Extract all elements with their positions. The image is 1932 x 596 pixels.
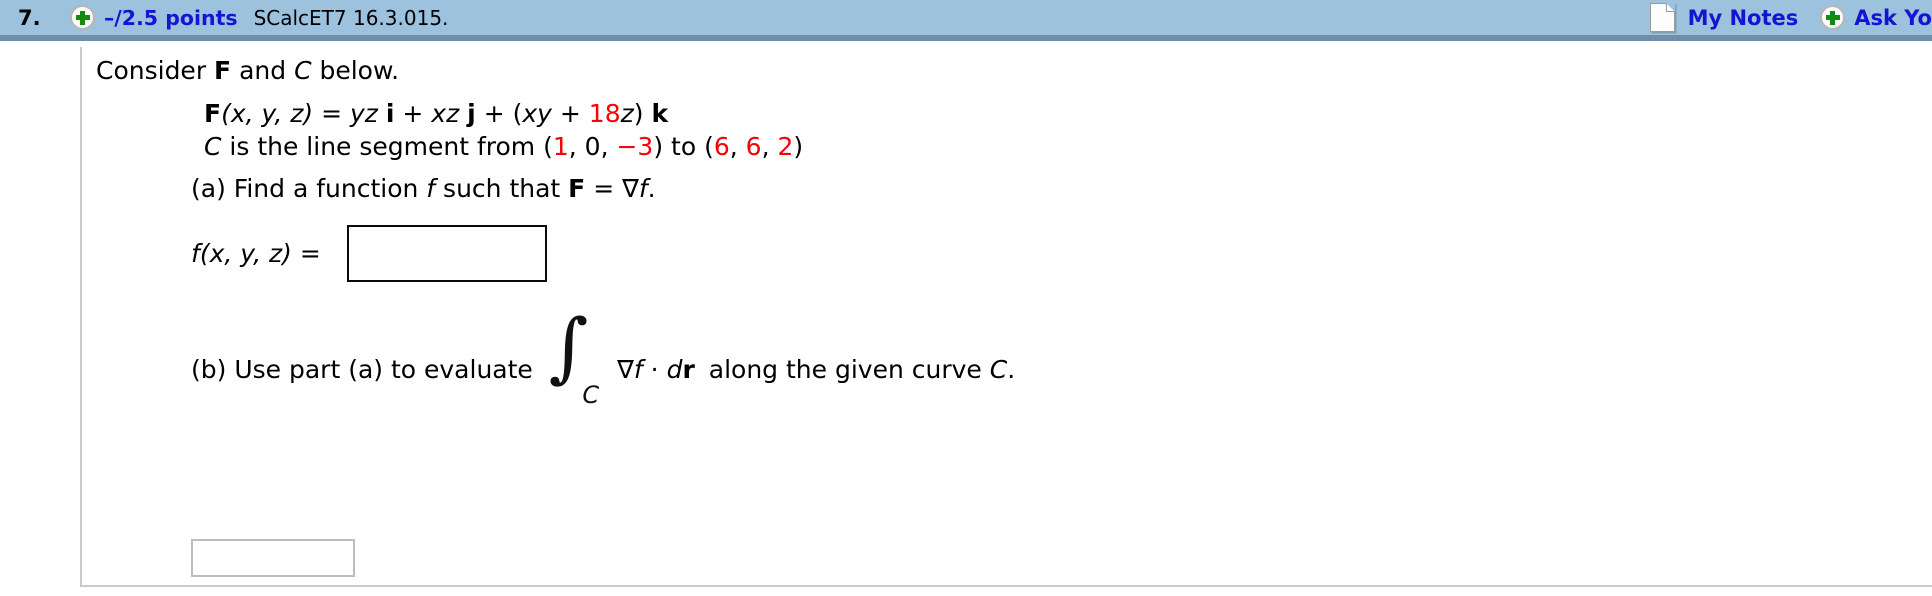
field-close: ) [633,99,652,128]
field-args: (x, y, z) [221,99,314,128]
field-equals: = [313,99,350,128]
problem-id-label: SCalcET7 16.3.015. [253,5,449,30]
field-plus2: + ( [475,99,523,128]
curve-comma4: , [761,132,778,161]
part-a-prompt: (a) Find a function f such that F = ∇f. [191,174,656,203]
part-a-label: (a) Find a function [191,174,427,203]
integral-sign-icon: ∫ [548,302,589,391]
plus-circle-icon[interactable] [70,5,95,30]
differential-r: r [682,354,695,384]
part-a-func: f [426,174,436,203]
field-j-hat: j [467,99,476,128]
curve-end-z: 2 [777,132,794,161]
question-number: 7. [18,5,41,30]
curve-comma3: , [729,132,746,161]
field-term1: yz [350,99,378,128]
part-b-answer-input[interactable] [191,539,355,577]
part-a-answer-row: f(x, y, z) = [191,225,547,282]
part-a-func2: f [638,174,648,203]
field-coefficient: 18 [588,99,621,128]
field-k-hat: k [651,99,669,128]
integrand-f: f [633,354,643,384]
part-a-answer-args: (x, y, z) = [199,239,321,268]
question-content: Consider F and C below. F(x, y, z) = yz … [96,47,1932,585]
part-a-label2: such that [435,174,569,203]
part-a-answer-label: f(x, y, z) = [191,239,321,268]
field-var-z: z [620,99,634,128]
curve-start-y: 0 [584,132,601,161]
part-a-F: F [568,174,586,203]
curve-end-y: 6 [745,132,762,161]
field-term3: xy [522,99,552,128]
curve-text-before: is the line segment from ( [221,132,553,161]
plus-circle-icon[interactable] [1820,5,1846,30]
field-plus3: + [551,99,589,128]
curve-end-x: 6 [713,132,730,161]
part-a-equals: = [585,174,623,203]
part-b-tail: along the given curve C. [709,355,1015,384]
points-label: –/2.5 points [104,5,238,30]
curve-start-x: 1 [552,132,569,161]
part-b-curve: C [989,354,1008,384]
curve-comma1: , [568,132,585,161]
curve-text-middle: ) to ( [653,132,714,161]
ask-your-teacher-link[interactable]: Ask Yo [1854,6,1932,30]
my-notes-link[interactable]: My Notes [1688,6,1799,30]
curve-description: C is the line segment from (1, 0, −3) to… [204,130,803,163]
curve-symbol: C [204,132,222,161]
problem-equations: F(x, y, z) = yz i + xz j + (xy + 18z) k … [204,97,803,163]
field-term2: xz [431,99,460,128]
document-page-icon[interactable] [1649,3,1675,32]
problem-intro-line: Consider F and C below. [96,56,399,85]
curve-comma2: , [600,132,617,161]
part-b-label: (b) Use part (a) to evaluate [191,354,533,384]
header-actions: My Notes Ask Yo [1649,3,1932,32]
differential-d: d [666,354,683,384]
part-b-prompt: (b) Use part (a) to evaluate ∫ C ∇f · dr… [191,309,1015,410]
nabla-icon: ∇ [622,174,639,203]
integral-subscript-curve: C [582,381,600,409]
intro-curve: C [294,56,312,85]
part-a-answer-f: f [191,239,200,268]
part-b-period: . [1007,354,1016,384]
intro-middle: and [231,56,295,85]
line-integral-symbol: ∫ C [549,309,600,410]
field-F: F [204,99,222,128]
part-a-answer-input[interactable] [346,225,547,282]
part-b-tail-text: along the given curve [708,354,990,384]
intro-vector-field: F [214,56,232,85]
part-a-period: . [647,174,656,203]
question-body-panel: Consider F and C below. F(x, y, z) = yz … [80,47,1932,587]
field-plus1: + [394,99,432,128]
intro-prefix: Consider [96,56,215,85]
curve-text-after: ) [793,132,804,161]
curve-start-z: −3 [616,132,654,161]
dot-product-icon: · [642,354,667,384]
question-header-bar: 7. –/2.5 points SCalcET7 16.3.015. My No… [0,0,1932,41]
intro-suffix: below. [311,56,400,85]
nabla-icon: ∇ [617,354,634,384]
integrand: ∇f · dr [617,355,695,384]
vector-field-equation: F(x, y, z) = yz i + xz j + (xy + 18z) k [204,97,803,130]
